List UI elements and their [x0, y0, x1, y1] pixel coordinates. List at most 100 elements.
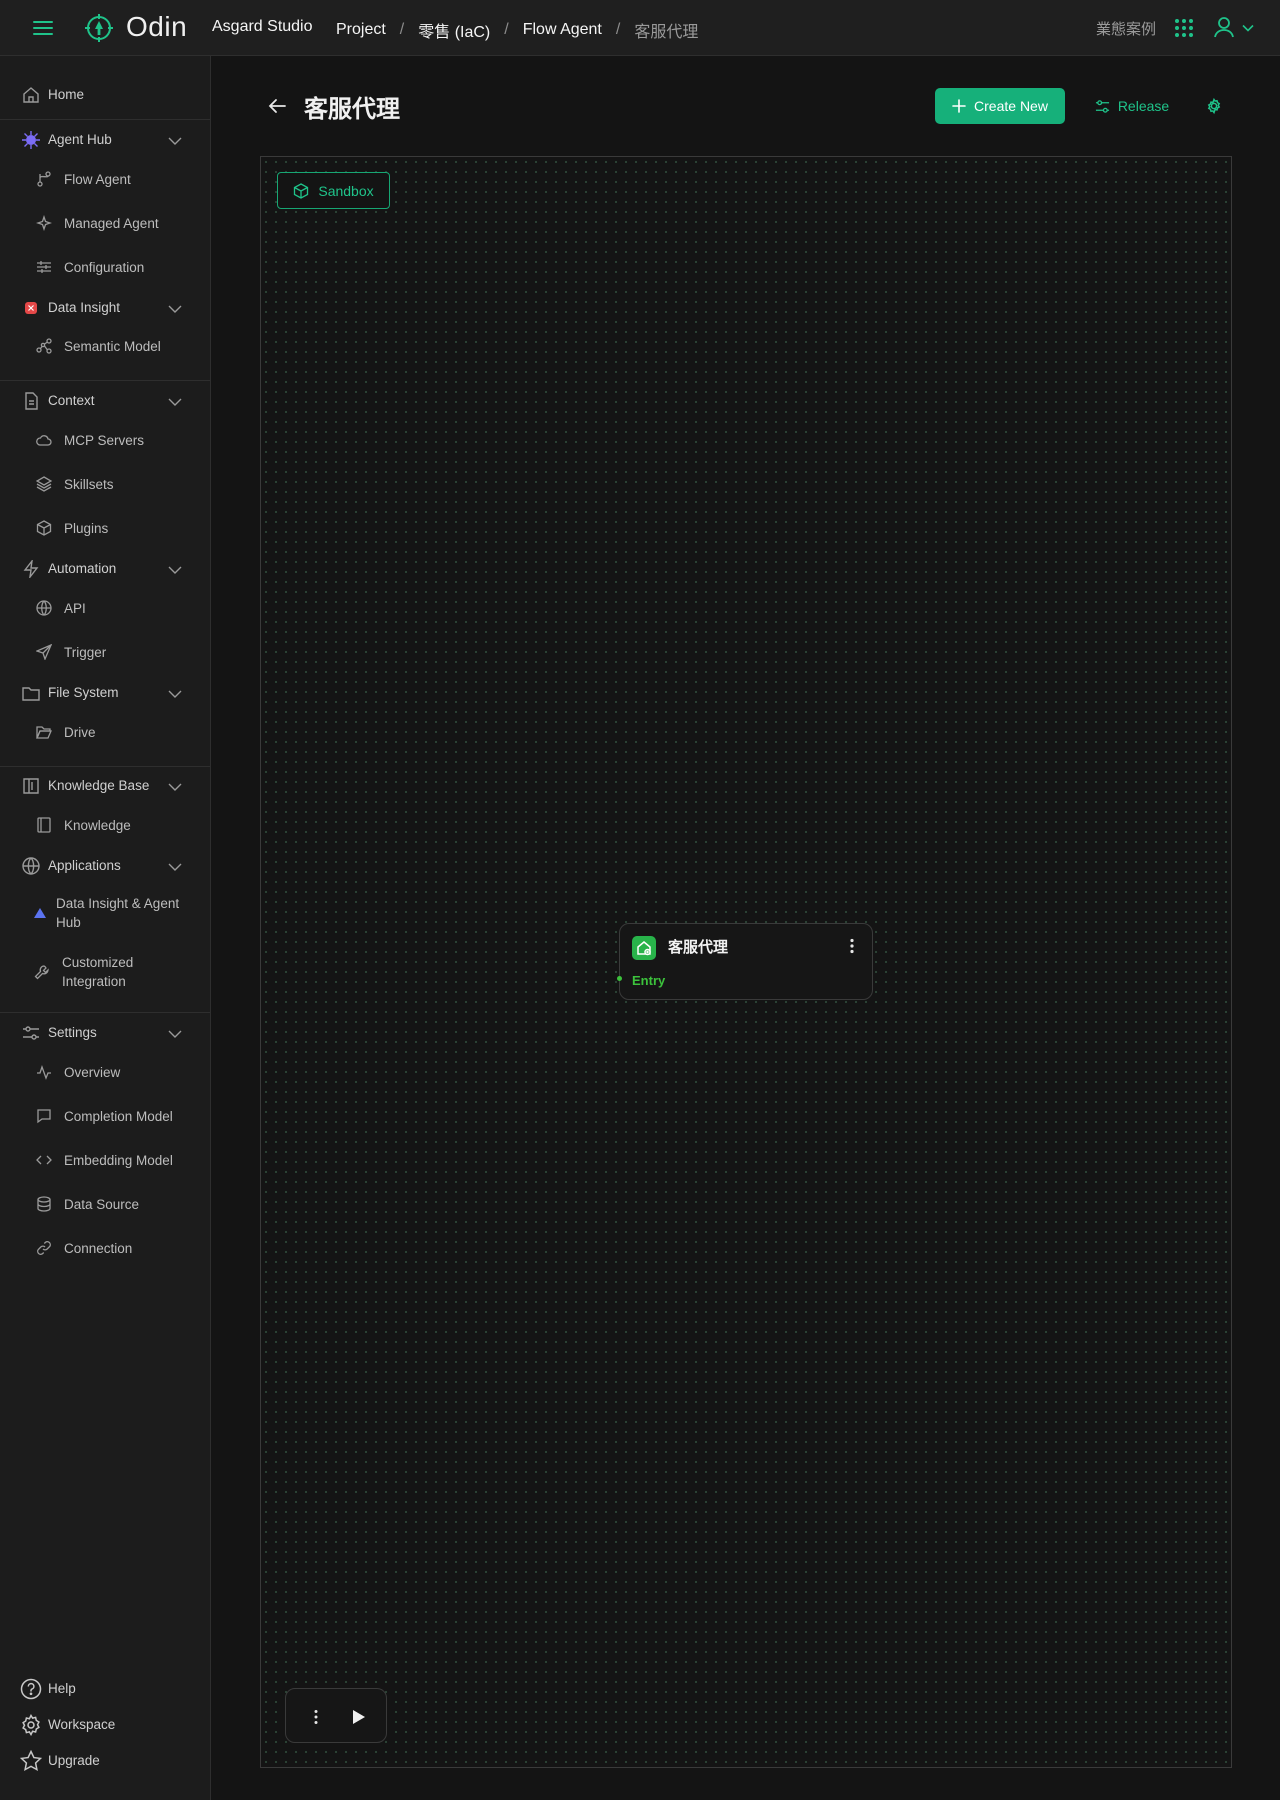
node-entry-label: Entry [632, 973, 666, 988]
node-title: 客服代理 [668, 939, 729, 956]
agent-home-icon [632, 936, 656, 960]
release-label: Release [1117, 98, 1170, 114]
sidebar-item-label: Trigger [64, 645, 107, 660]
odin-logo-icon [84, 13, 114, 43]
flow-node-entry[interactable]: 客服代理 Entry [617, 923, 873, 1000]
sidebar-item-skillsets[interactable]: Skillsets [0, 467, 210, 503]
lightning-icon [22, 560, 40, 578]
sidebar-group-file-system[interactable]: File System [0, 675, 210, 711]
sidebar-group-context[interactable]: Context [0, 383, 210, 419]
sidebar-item-connection[interactable]: Connection [0, 1231, 210, 1267]
sidebar-item-label: Knowledge [64, 818, 131, 833]
breadcrumb-project[interactable]: Project [336, 21, 386, 39]
release-sliders-icon [1095, 99, 1109, 113]
sidebar-item-drive[interactable]: Drive [0, 715, 210, 751]
sidebar-group-data-insight[interactable]: Data Insight [0, 290, 210, 326]
sidebar-group-label: Settings [48, 1025, 97, 1040]
sidebar-item-overview[interactable]: Overview [0, 1055, 210, 1091]
sidebar-item-label: Data Insight & Agent Hub [56, 896, 180, 930]
sidebar-item-embedding-model[interactable]: Embedding Model [0, 1143, 210, 1179]
sidebar-item-data-insight-agent-hub[interactable]: Data Insight & Agent Hub [0, 892, 210, 936]
cloud-icon [36, 432, 52, 448]
document-icon [22, 392, 40, 410]
industry-cases-link[interactable]: 業態案例 [1096, 18, 1156, 39]
sidebar-item-label: Overview [64, 1065, 121, 1080]
canvas-control-bar [285, 1688, 387, 1743]
sidebar-item-mcp-servers[interactable]: MCP Servers [0, 423, 210, 459]
sidebar-item-flow-agent[interactable]: Flow Agent [0, 162, 210, 198]
sidebar-group-knowledge-base[interactable]: Knowledge Base [0, 768, 210, 804]
more-vertical-icon[interactable] [842, 936, 862, 956]
data-insight-icon [22, 299, 40, 317]
sidebar-item-label: Embedding Model [64, 1153, 173, 1168]
sidebar-item-label: Semantic Model [64, 339, 161, 354]
sidebar-group-label: Context [48, 393, 95, 408]
play-icon[interactable] [348, 1707, 368, 1727]
sandbox-button[interactable]: Sandbox [277, 172, 390, 209]
chevron-down-icon[interactable] [168, 1027, 182, 1041]
chevron-down-icon[interactable] [168, 563, 182, 577]
sidebar-item-label: Managed Agent [64, 216, 159, 231]
back-arrow-icon[interactable] [266, 95, 288, 117]
divider [0, 119, 210, 120]
gear-icon [20, 1714, 42, 1736]
more-vertical-icon[interactable] [306, 1707, 326, 1727]
sidebar-group-label: Automation [48, 561, 117, 576]
page-title: 客服代理 [304, 96, 400, 123]
breadcrumb-separator: / [504, 21, 509, 38]
book-icon [22, 777, 40, 795]
sidebar-item-knowledge[interactable]: Knowledge [0, 808, 210, 844]
chevron-down-icon[interactable] [168, 302, 182, 316]
sidebar-group-applications[interactable]: Applications [0, 848, 210, 884]
sidebar-item-configuration[interactable]: Configuration [0, 250, 210, 286]
chevron-down-icon[interactable] [168, 687, 182, 701]
breadcrumb-section[interactable]: Flow Agent [523, 21, 602, 39]
sidebar-item-label: Connection [64, 1241, 133, 1256]
sidebar-item-customized-integration[interactable]: Customized Integration [0, 951, 210, 995]
folder-open-icon [36, 724, 52, 740]
chevron-down-icon[interactable] [168, 134, 182, 148]
send-icon [36, 644, 52, 660]
sidebar-item-label: Drive [64, 725, 96, 740]
sidebar-item-data-source[interactable]: Data Source [0, 1187, 210, 1223]
chevron-down-icon[interactable] [168, 780, 182, 794]
code-icon [36, 1152, 52, 1168]
chevron-down-icon[interactable] [168, 395, 182, 409]
sidebar-item-upgrade[interactable]: Upgrade [0, 1744, 210, 1776]
sidebar-item-api[interactable]: API [0, 591, 210, 627]
sidebar-item-semantic-model[interactable]: Semantic Model [0, 329, 210, 365]
menu-icon[interactable] [32, 17, 54, 39]
activity-icon [36, 1064, 52, 1080]
breadcrumb-workspace[interactable]: 零售 (IaC) [418, 18, 490, 42]
sandbox-label: Sandbox [318, 182, 374, 199]
node-output-port[interactable] [617, 976, 622, 981]
chevron-down-icon[interactable] [168, 860, 182, 874]
settings-gear-icon[interactable] [1203, 95, 1225, 117]
sidebar-item-home[interactable]: Home [0, 77, 210, 113]
sidebar-group-label: Knowledge Base [48, 778, 150, 793]
chevron-down-icon[interactable] [1242, 22, 1254, 34]
release-button[interactable]: Release [1088, 88, 1176, 124]
sidebar-item-label: Home [48, 87, 85, 102]
home-icon [22, 86, 40, 104]
create-new-button[interactable]: Create New [935, 88, 1065, 124]
sidebar-item-workspace[interactable]: Workspace [0, 1708, 210, 1740]
user-icon[interactable] [1213, 16, 1235, 38]
cube-icon [294, 182, 309, 199]
chat-icon [36, 1108, 52, 1124]
sidebar-group-label: File System [48, 685, 119, 700]
sidebar-item-managed-agent[interactable]: Managed Agent [0, 206, 210, 242]
sidebar-item-help[interactable]: Help [0, 1672, 210, 1704]
studio-name[interactable]: Asgard Studio [212, 18, 313, 36]
breadcrumb: Project / 零售 (IaC) / Flow Agent / 客服代理 [336, 18, 698, 42]
sidebar-group-settings[interactable]: Settings [0, 1015, 210, 1051]
sidebar-item-completion-model[interactable]: Completion Model [0, 1099, 210, 1135]
sidebar-item-trigger[interactable]: Trigger [0, 635, 210, 671]
sidebar-item-label: Completion Model [64, 1109, 173, 1124]
sidebar-group-agent-hub[interactable]: Agent Hub [0, 122, 210, 158]
cube-icon [36, 520, 52, 536]
sidebar-group-automation[interactable]: Automation [0, 551, 210, 587]
apps-grid-icon[interactable] [1174, 18, 1194, 38]
sidebar-item-plugins[interactable]: Plugins [0, 511, 210, 547]
breadcrumb-current: 客服代理 [634, 24, 699, 41]
